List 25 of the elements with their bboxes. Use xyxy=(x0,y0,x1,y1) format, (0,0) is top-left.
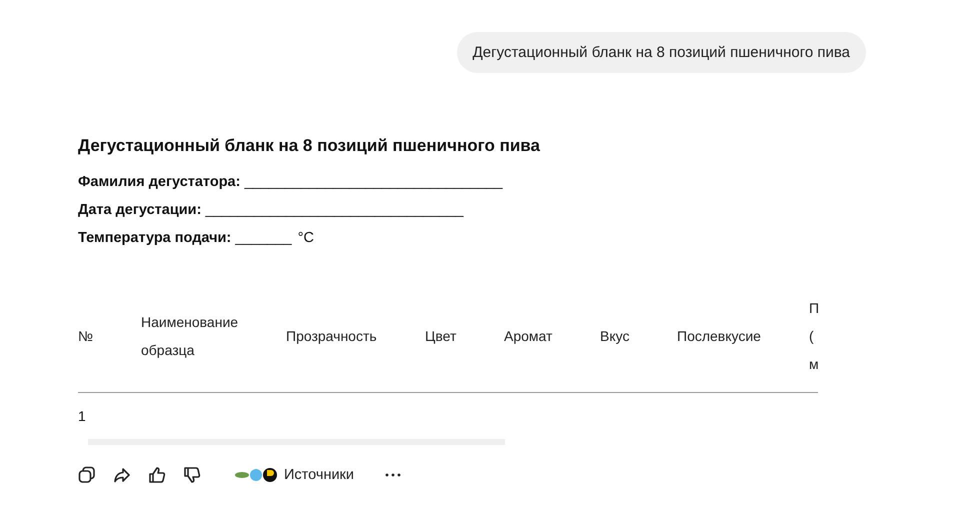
source-logos-icon xyxy=(234,467,278,483)
column-header: Цвет xyxy=(425,327,458,346)
column-header: Послевкусие xyxy=(677,327,762,346)
column-header: Наименование образца xyxy=(141,313,240,360)
fill-in-line: _______ xyxy=(235,230,292,246)
thumbs-down-icon[interactable] xyxy=(183,466,201,484)
column-header: П ( м xyxy=(809,299,818,374)
column-header: Прозрачность xyxy=(286,327,378,346)
user-message: Дегустационный бланк на 8 позиций пшеничного пива xyxy=(456,32,866,73)
fill-in-line: ________________________________ xyxy=(205,202,464,218)
field-label: Температура подачи: xyxy=(78,230,232,246)
form-title: Дегустационный бланк на 8 позиций пшеничного пива xyxy=(78,136,541,156)
sources-button[interactable]: Источники xyxy=(234,467,354,483)
column-header: Аромат xyxy=(504,327,554,346)
field-label: Дата дегустации: xyxy=(78,202,202,218)
unit-label: °C xyxy=(298,230,314,246)
fill-in-line: ________________________________ xyxy=(244,174,503,190)
copy-icon[interactable] xyxy=(78,466,96,484)
share-icon[interactable] xyxy=(113,466,131,484)
column-header: № xyxy=(78,327,94,346)
field-label: Фамилия дегустатора: xyxy=(78,174,240,190)
table-cell-text: 1 xyxy=(78,408,87,424)
column-header: Вкус xyxy=(600,327,630,346)
more-icon[interactable] xyxy=(385,473,402,477)
thumbs-up-icon[interactable] xyxy=(148,466,166,484)
